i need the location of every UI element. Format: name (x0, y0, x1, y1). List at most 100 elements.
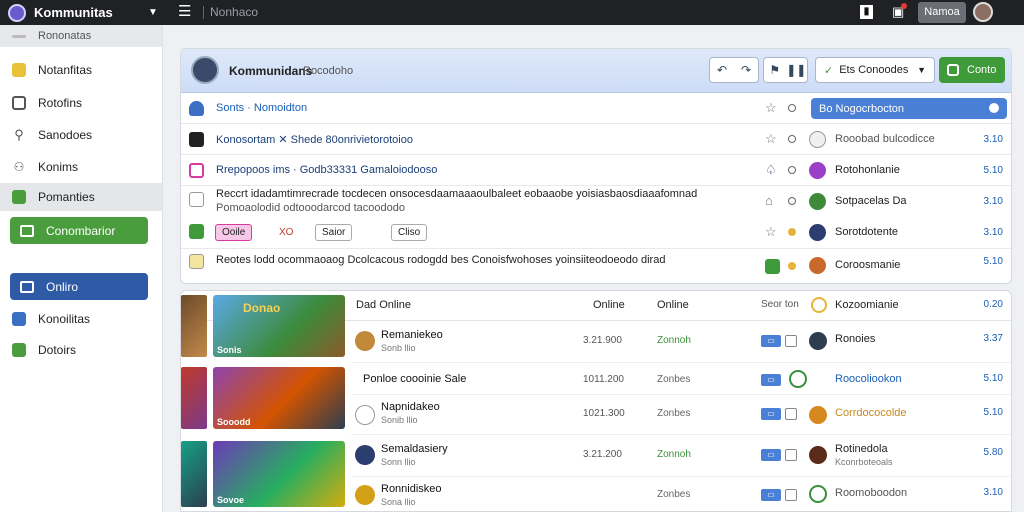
avatar (809, 193, 826, 210)
list-item[interactable]: Semaldasiery Sonn llio 3.21.200 Zonnoh ▭… (351, 435, 1011, 477)
bookmark-icon[interactable]: ⚑ (764, 63, 786, 77)
close-icon[interactable] (989, 103, 999, 113)
item-number: 3.37 (983, 333, 1003, 344)
item-number: 5.10 (983, 407, 1003, 418)
sidebar-item-sanodoes[interactable]: ⚲ Sanodoes (0, 121, 162, 149)
bookmark-icon[interactable]: ▮ (860, 5, 873, 19)
nav-button-group[interactable]: ↶ ↷ (709, 57, 759, 83)
hamburger-icon[interactable]: ☰ (178, 4, 191, 20)
row-number: 5.10 (983, 165, 1003, 176)
row-name: Sorotdotente (835, 226, 898, 238)
item-name-sub: Kconrboteoals (835, 457, 893, 467)
sidebar-item-label: Konoilitas (38, 312, 91, 326)
tag-chip[interactable]: Saior (315, 224, 353, 241)
star-icon[interactable]: ☆ (765, 131, 777, 147)
item-title: Semaldasiery (381, 443, 448, 455)
home-outline-icon[interactable]: ⌂ (765, 193, 773, 208)
item-name: Corrdococolde (835, 407, 907, 419)
item-name: Roocoliookon (835, 373, 902, 385)
star-icon[interactable]: ☆ (765, 100, 777, 116)
item-name: Roomoboodon (835, 487, 908, 499)
thumbnail-side[interactable] (181, 295, 207, 357)
button-label: Conto (967, 64, 997, 76)
sidebar: Rononatas Notanfitas Rotofins ⚲ Sanodoes… (0, 25, 163, 512)
radio-icon[interactable] (788, 135, 796, 143)
search-input[interactable]: Nonhaco (210, 5, 258, 19)
item-subtitle: Sona llio (381, 497, 416, 507)
item-status: Zonnoh (657, 335, 691, 346)
forward-icon[interactable]: ↷ (734, 63, 758, 77)
bell-icon[interactable]: ♤ (765, 162, 777, 178)
panel-row[interactable]: Reccrt idadamtimrecrade tocdecen onsoces… (181, 186, 1011, 248)
thumbnail-side[interactable] (181, 441, 207, 507)
sidebar-item-label: Rotofins (38, 96, 83, 110)
column-header: Online (593, 299, 625, 311)
item-date: 3.21.900 (583, 335, 622, 346)
row-text: Konosortam ✕ Shede 80onrivietorotoioo (216, 134, 413, 146)
document-icon (189, 192, 204, 207)
game-thumbnail[interactable]: Sooodd (213, 367, 345, 429)
folder-icon (12, 190, 26, 204)
top-bar: Kommunitas ▼ ☰ Nonhaco ▮ ▣ Namoa (0, 0, 1024, 25)
avatar[interactable] (973, 2, 993, 22)
tag-chip[interactable]: Ooile (215, 224, 253, 241)
checkbox[interactable] (785, 408, 797, 420)
column-header: 0.20 (983, 299, 1003, 310)
list-item[interactable]: Ronnidiskeo Sona llio Zonbes ▭ Roomobood… (351, 477, 1011, 511)
app-avatar-icon (8, 3, 26, 22)
avatar (811, 297, 827, 313)
online-button[interactable]: Onliro (10, 273, 148, 300)
row-name: Rooobad bulcodicce (835, 133, 935, 145)
badge: ▭ (761, 335, 781, 347)
confirm-button[interactable]: Conto (939, 57, 1005, 83)
game-thumbnail[interactable]: Donao Sonis (213, 295, 345, 357)
list-item[interactable]: Ponloe coooinie Sale 1011.200 Zonbes ▭ R… (351, 363, 1011, 395)
game-thumbnail[interactable]: Sovoe (213, 441, 345, 507)
item-status: Zonbes (657, 489, 691, 500)
sidebar-item-rotofins[interactable]: Rotofins (0, 89, 162, 117)
thumbnail-caption: Sovoe (217, 495, 245, 505)
star-icon[interactable]: ☆ (765, 224, 777, 240)
radio-icon[interactable] (788, 166, 796, 174)
flag-icon (189, 163, 204, 178)
sidebar-item-label: Rononatas (38, 30, 92, 42)
panel-row[interactable]: Rrepopoos ims · Godb33331 Gamaloiodooso … (181, 155, 1011, 186)
check-icon: ✓ (824, 64, 834, 77)
chevron-down-icon[interactable]: ▼ (143, 7, 163, 18)
view-button-group[interactable]: ⚑ ❚❚ (763, 57, 808, 83)
radio-icon[interactable] (788, 104, 796, 112)
item-number: 5.10 (983, 373, 1003, 384)
checkbox[interactable] (785, 449, 797, 461)
panel-row[interactable]: Sonts · Nomoidton ☆ Bo Nogocrbocton (181, 93, 1011, 124)
sidebar-item-konims[interactable]: ⚇ Konims (0, 153, 162, 181)
tag-chip[interactable]: XO (273, 224, 300, 241)
item-date: 3.21.200 (583, 449, 622, 460)
sidebar-item-label: Notanfitas (38, 63, 93, 77)
sidebar-item-notanfitas[interactable]: Notanfitas (0, 56, 162, 84)
square-icon (20, 224, 34, 237)
green-action-button[interactable]: Conombarior (10, 217, 148, 244)
avatar (355, 445, 375, 465)
thumbnail-caption: Sooodd (217, 417, 251, 427)
tag-chip[interactable]: Cliso (391, 224, 428, 241)
panel-row[interactable]: Reotes lodd ocommaoaog Dcolcacous rodogd… (181, 248, 1011, 283)
checkbox[interactable] (785, 489, 797, 501)
row-text: Reotes lodd ocommaoaog Dcolcacous rodogd… (216, 254, 666, 266)
checkbox[interactable] (785, 335, 797, 347)
user-button[interactable]: Namoa (918, 2, 966, 23)
sidebar-item-pomanties[interactable]: Pomanties (0, 183, 162, 211)
panel-row[interactable]: Konosortam ✕ Shede 80onrivietorotoioo ☆ … (181, 124, 1011, 155)
list-item[interactable]: Remaniekeo Sonb llio 3.21.900 Zonnoh ▭ R… (351, 321, 1011, 363)
avatar (809, 446, 827, 464)
sidebar-top-item[interactable]: Rononatas (0, 25, 162, 47)
sidebar-item-dotoirs[interactable]: Dotoirs (0, 336, 162, 364)
selected-option[interactable]: Bo Nogocrbocton (811, 98, 1007, 119)
thumbnail-side[interactable] (181, 367, 207, 429)
sidebar-item-konoilitas[interactable]: Konoilitas (0, 305, 162, 333)
app-brand[interactable]: Kommunitas ▼ (0, 0, 163, 25)
pause-icon[interactable]: ❚❚ (786, 63, 808, 77)
list-item[interactable]: Napnidakeo Sonib llio 1021.300 Zonbes ▭ … (351, 395, 1011, 435)
radio-icon[interactable] (788, 197, 796, 205)
filter-select[interactable]: ✓ Ets Conoodes ▼ (815, 57, 935, 83)
back-icon[interactable]: ↶ (710, 63, 734, 77)
